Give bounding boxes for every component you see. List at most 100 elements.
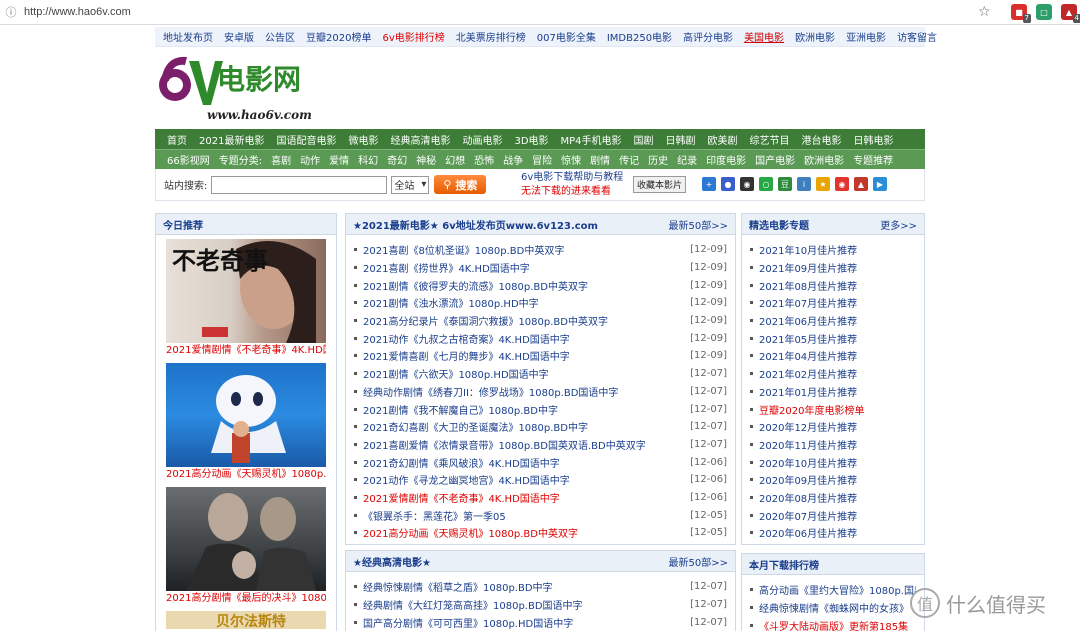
extension-icon[interactable]: □ [1036,4,1052,20]
top-link[interactable]: 欧洲电影 [795,29,835,44]
poster-caption[interactable]: 2021爱情剧情《不老奇事》4K.HD国 [166,343,326,359]
more-link[interactable]: 更多>> [880,217,917,232]
movie-link[interactable]: 经典剧情《大红灯笼高高挂》1080p.BD国语中字 [363,597,583,612]
main-nav-item[interactable]: 经典高清电影 [390,132,450,147]
main-nav-item[interactable]: 2021最新电影 [199,132,264,147]
movie-link[interactable]: 经典动作剧情《绣春刀II：修罗战场》1080p.BD国语中字 [363,384,618,399]
subnav-home-link[interactable]: 66影视网 [167,152,210,167]
main-nav-item[interactable]: 首页 [167,132,187,147]
main-nav-item[interactable]: 3D电影 [514,132,548,147]
main-nav-item[interactable]: 微电影 [348,132,378,147]
category-link[interactable]: 纪录 [677,152,697,167]
topic-link[interactable]: 经典惊悚剧情《蜘蛛网中的女孩》 [759,600,909,615]
category-link[interactable]: 奇幻 [387,152,407,167]
main-nav-item[interactable]: 动画电影 [462,132,502,147]
movie-link[interactable]: 2021剧情《我不解魔自己》1080p.BD中字 [363,402,558,417]
main-nav-item[interactable]: 综艺节目 [750,132,790,147]
top-link[interactable]: 安卓版 [224,29,254,44]
category-link[interactable]: 恐怖 [474,152,494,167]
info-icon[interactable]: ⓘ [4,5,18,19]
share-plus-icon[interactable]: + [702,177,716,191]
top-link[interactable]: IMDB250电影 [607,29,672,44]
topic-link[interactable]: 2020年07月佳片推荐 [759,508,857,523]
poster-caption[interactable]: 2021高分剧情《最后的决斗》1080p [166,591,326,607]
main-nav-item[interactable]: 港台电影 [802,132,842,147]
movie-link[interactable]: 2021高分纪录片《泰国洞穴救援》1080p.BD中英双字 [363,313,608,328]
category-link[interactable]: 冒险 [532,152,552,167]
search-input[interactable] [211,175,388,194]
topic-link[interactable]: 2021年02月佳片推荐 [759,366,857,381]
topic-link[interactable]: 2021年04月佳片推荐 [759,348,857,363]
poster-image[interactable] [166,363,326,467]
poster-card[interactable]: 2021高分剧情《最后的决斗》1080p [166,487,326,607]
top-link[interactable]: 6v电影排行榜 [382,29,444,44]
poster-caption[interactable]: 2021高分动画《天赐灵机》1080p.B [166,467,326,483]
address-bar[interactable]: http://www.hao6v.com [24,6,131,18]
movie-link[interactable]: 《银翼杀手：黑莲花》第一季05 [363,508,506,523]
main-nav-item[interactable]: 日韩剧 [666,132,696,147]
topic-link[interactable]: 高分动画《里约大冒险》1080p.国粤 [759,582,916,597]
topic-link[interactable]: 2020年06月佳片推荐 [759,525,857,540]
main-nav-item[interactable]: 日韩电影 [854,132,894,147]
top-link[interactable]: 公告区 [265,29,295,44]
share-weibo-icon[interactable]: ◉ [835,177,849,191]
help-link[interactable]: 6v电影下载帮助与教程 [521,171,623,185]
top-link[interactable]: 地址发布页 [163,29,213,44]
share-renren-icon[interactable]: i [797,177,811,191]
movie-link[interactable]: 2021喜剧《捞世界》4K.HD国语中字 [363,260,530,275]
top-link[interactable]: 访客留言 [897,29,937,44]
category-link[interactable]: 惊悚 [561,152,581,167]
main-nav-item[interactable]: MP4手机电影 [561,132,622,147]
main-nav-item[interactable]: 国剧 [634,132,654,147]
topic-link[interactable]: 2020年11月佳片推荐 [759,437,857,452]
category-link[interactable]: 神秘 [416,152,436,167]
share-tencent-icon[interactable]: ▲ [854,177,868,191]
top-link[interactable]: 美国电影 [744,29,784,44]
category-link[interactable]: 幻想 [445,152,465,167]
poster-image[interactable] [166,487,326,591]
topic-link[interactable]: 2021年08月佳片推荐 [759,278,857,293]
share-more-icon[interactable]: ▶ [873,177,887,191]
top-link[interactable]: 高评分电影 [683,29,733,44]
more-link[interactable]: 最新50部>> [669,217,728,232]
movie-link[interactable]: 经典惊悚剧情《稻草之盾》1080p.BD中字 [363,579,553,594]
movie-link[interactable]: 2021喜剧《8位机圣诞》1080p.BD中英双字 [363,242,564,257]
movie-link[interactable]: 2021剧情《彼得罗夫的流感》1080p.BD中英双字 [363,278,588,293]
search-button[interactable]: ⚲ 搜索 [434,175,487,194]
share-qzone-icon[interactable]: ★ [816,177,830,191]
movie-link[interactable]: 2021爱情喜剧《七月的舞步》4K.HD国语中字 [363,348,570,363]
share-qq-icon[interactable]: ◉ [740,177,754,191]
category-link[interactable]: 战争 [503,152,523,167]
favorite-button[interactable]: 收藏本影片 [633,176,686,193]
site-logo[interactable]: 电影网 www.hao6v.com [155,51,317,125]
top-link[interactable]: 亚洲电影 [846,29,886,44]
category-link[interactable]: 欧洲电影 [804,152,844,167]
share-douban-icon[interactable]: 豆 [778,177,792,191]
main-nav-item[interactable]: 欧美剧 [708,132,738,147]
movie-link[interactable]: 2021奇幻喜剧《大卫的圣诞魔法》1080p.BD中字 [363,419,588,434]
topic-link[interactable]: 2020年08月佳片推荐 [759,490,857,505]
poster-card[interactable]: 贝尔法斯特 [166,611,326,629]
category-link[interactable]: 专题推荐 [853,152,893,167]
movie-link[interactable]: 2021剧情《浊水漂流》1080p.HD中字 [363,295,539,310]
poster-card[interactable]: 不老奇事 2021爱情剧情《不老奇事》4K.HD国 [166,239,326,359]
topic-link[interactable]: 2021年09月佳片推荐 [759,260,857,275]
topic-link[interactable]: 2020年09月佳片推荐 [759,472,857,487]
top-link[interactable]: 北美票房排行榜 [456,29,526,44]
bookmark-star-icon[interactable]: ☆ [978,4,991,20]
topic-link[interactable]: 2021年06月佳片推荐 [759,313,857,328]
movie-link[interactable]: 2021剧情《六欲天》1080p.HD国语中字 [363,366,549,381]
category-link[interactable]: 科幻 [358,152,378,167]
movie-link[interactable]: 2021高分动画《天赐灵机》1080p.BD中英双字 [363,525,578,540]
topic-link[interactable]: 2021年01月佳片推荐 [759,384,857,399]
category-link[interactable]: 喜剧 [271,152,291,167]
topic-link[interactable]: 2021年10月佳片推荐 [759,242,857,257]
category-link[interactable]: 历史 [648,152,668,167]
more-link[interactable]: 最新50部>> [669,554,728,569]
category-link[interactable]: 爱情 [329,152,349,167]
extension-icon[interactable]: ■ 7 [1011,4,1031,23]
poster-image[interactable]: 贝尔法斯特 [166,611,326,629]
topic-link[interactable]: 2021年05月佳片推荐 [759,331,857,346]
movie-link[interactable]: 2021爱情剧情《不老奇事》4K.HD国语中字 [363,490,560,505]
share-wechat-icon[interactable]: ○ [759,177,773,191]
